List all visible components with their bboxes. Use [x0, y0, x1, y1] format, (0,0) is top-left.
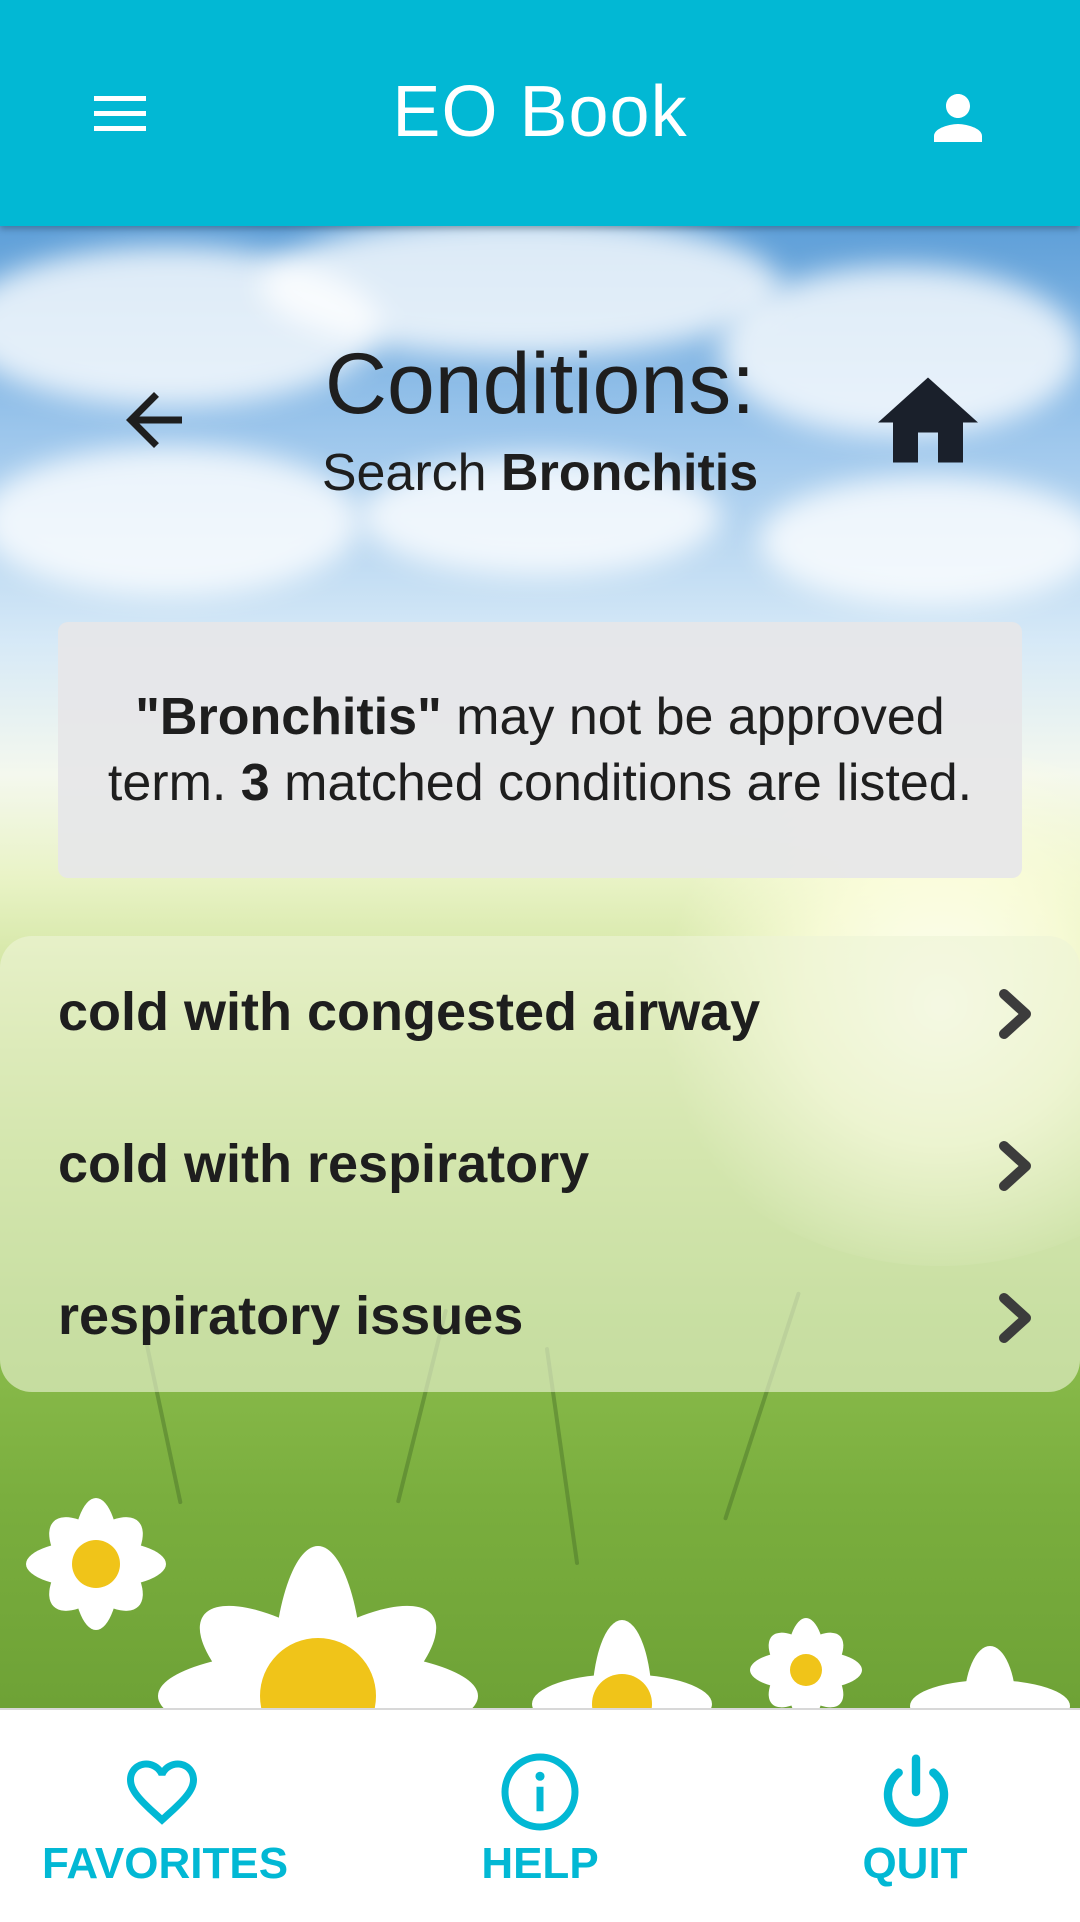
list-item[interactable]: cold with respiratory — [0, 1088, 1080, 1240]
list-item[interactable]: respiratory issues — [0, 1240, 1080, 1392]
account-button[interactable] — [922, 82, 994, 154]
help-label: HELP — [481, 1839, 599, 1888]
info-quote-close: " — [417, 688, 442, 746]
help-button[interactable]: HELP — [375, 1710, 705, 1922]
conditions-list: cold with congested airway cold with res… — [0, 936, 1080, 1392]
condition-label: respiratory issues — [58, 1286, 524, 1346]
quit-label: QUIT — [862, 1839, 968, 1888]
search-prefix: Search — [321, 444, 502, 502]
condition-label: cold with congested airway — [58, 982, 761, 1042]
chevron-right-icon — [999, 1141, 1031, 1191]
app-bar: EO Book — [0, 0, 1080, 226]
info-text: "Bronchitis" may not be approved term. 3… — [90, 684, 990, 816]
list-item[interactable]: cold with congested airway — [0, 936, 1080, 1088]
quit-button[interactable]: QUIT — [750, 1710, 1080, 1922]
info-quote-open: " — [135, 688, 160, 746]
chevron-right-icon — [999, 989, 1031, 1039]
search-term: Bronchitis — [501, 444, 759, 502]
info-count: 3 — [240, 754, 270, 812]
favorites-label: FAVORITES — [41, 1839, 289, 1888]
favorites-button[interactable]: FAVORITES — [0, 1710, 330, 1922]
heart-icon — [127, 1760, 197, 1825]
power-icon — [883, 1754, 949, 1827]
info-text-part2: matched conditions are listed. — [269, 754, 973, 812]
account-icon — [934, 94, 982, 142]
bottom-navigation: FAVORITES HELP QUIT — [0, 1708, 1080, 1922]
chevron-right-icon — [999, 1293, 1031, 1343]
info-term: Bronchitis — [159, 688, 418, 746]
home-icon — [878, 377, 978, 463]
app-title: EO Book — [392, 72, 688, 152]
condition-label: cold with respiratory — [58, 1134, 590, 1194]
info-icon — [501, 1753, 579, 1831]
info-message: "Bronchitis" may not be approved term. 3… — [58, 622, 1022, 878]
home-button[interactable] — [878, 372, 978, 468]
